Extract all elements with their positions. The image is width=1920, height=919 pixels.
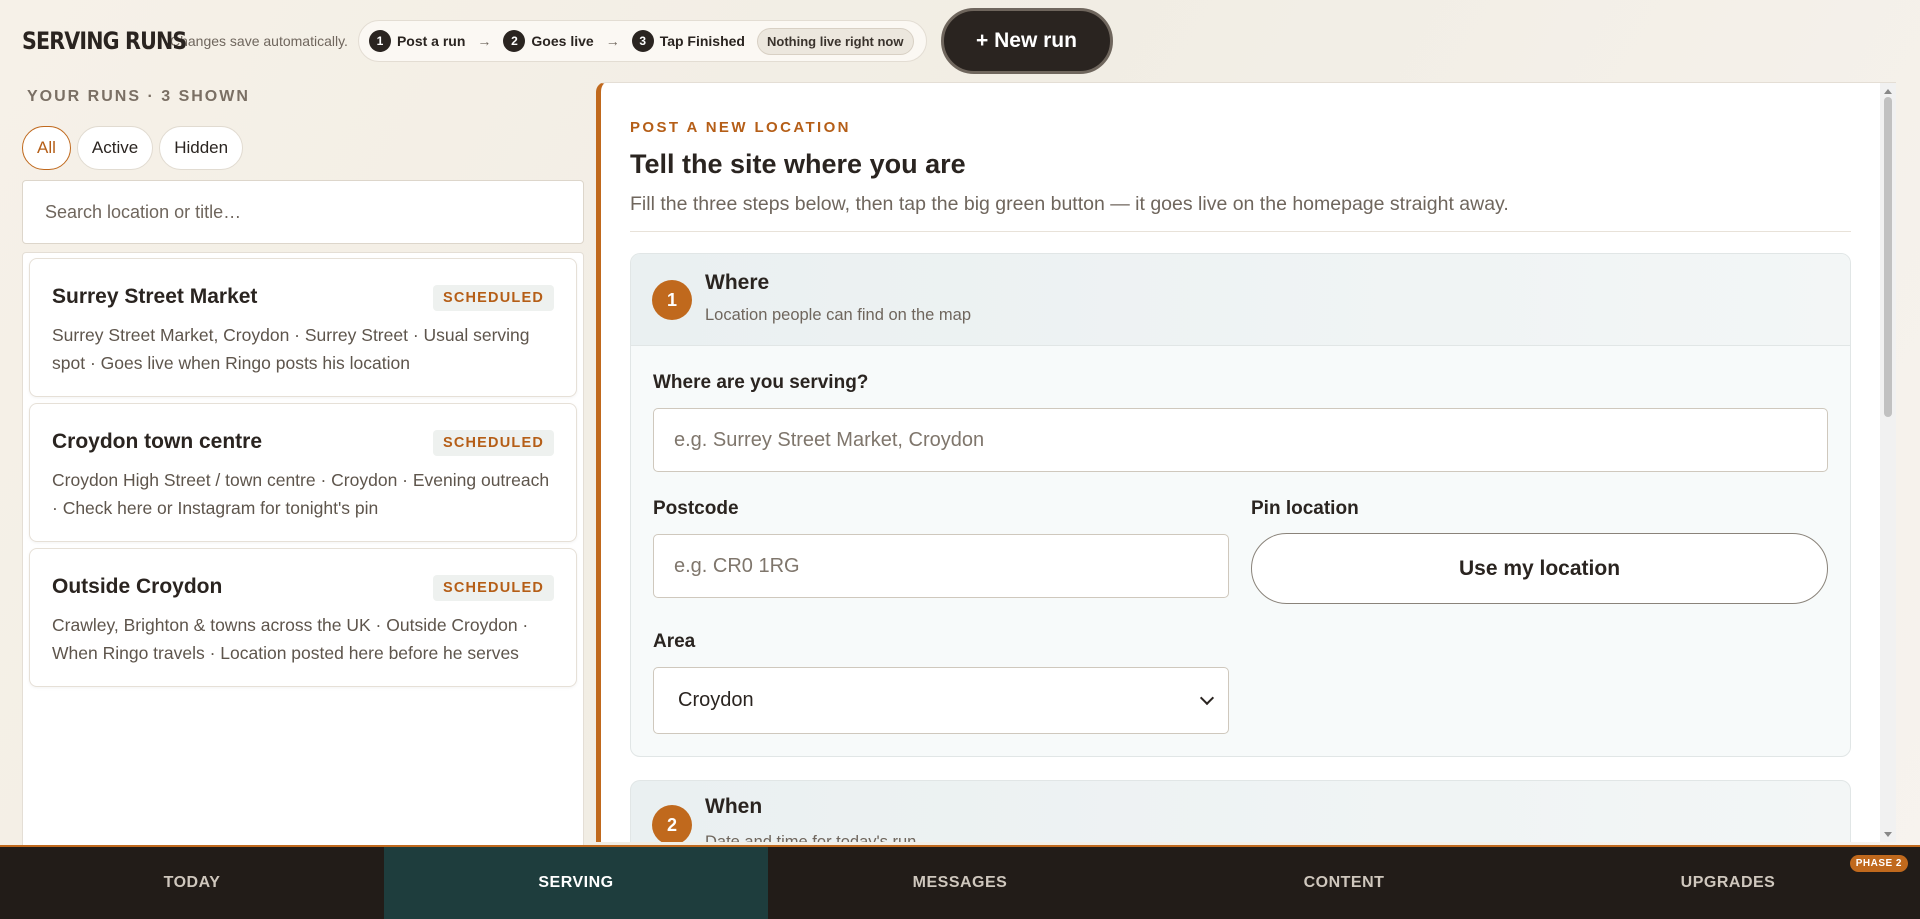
- top-bar: SERVING RUNS Changes save automatically.…: [0, 0, 1920, 82]
- step-where-header: 1 Where Location people can find on the …: [631, 254, 1850, 346]
- runs-heading: YOUR RUNS · 3 SHOWN: [27, 88, 250, 105]
- form-scrollbar[interactable]: [1880, 83, 1896, 842]
- app-brand: SERVING RUNS: [22, 27, 187, 55]
- status-badge: SCHEDULED: [432, 430, 554, 456]
- step-when-section: 2 When Date and time for today's run: [630, 780, 1851, 842]
- run-search-input[interactable]: [22, 180, 584, 244]
- step-post-a-run: 1 Post a run: [368, 30, 466, 52]
- step-label: Post a run: [396, 33, 466, 49]
- tab-messages[interactable]: MESSAGES: [768, 847, 1152, 919]
- tab-upgrades-label: UPGRADES: [1680, 874, 1776, 891]
- workflow-steps: 1 Post a run → 2 Goes live → 3 Tap Finis…: [357, 20, 927, 62]
- live-status-badge: Nothing live right now: [757, 27, 914, 55]
- scroll-down-icon[interactable]: [1884, 832, 1892, 837]
- new-run-button[interactable]: + New run: [940, 8, 1113, 74]
- pin-location-label: Pin location: [1251, 498, 1359, 519]
- step-label: Goes live: [531, 33, 594, 49]
- step-label: Tap Finished: [659, 33, 745, 49]
- where-input[interactable]: [653, 408, 1828, 472]
- tab-serving[interactable]: SERVING: [384, 847, 768, 919]
- step-tap-finished: 3 Tap Finished: [631, 30, 745, 52]
- filter-all[interactable]: All: [22, 126, 71, 170]
- step-title: Where: [705, 271, 770, 294]
- form-eyebrow: POST A NEW LOCATION: [630, 119, 851, 136]
- run-card[interactable]: Outside Croydon SCHEDULED Crawley, Brigh…: [29, 548, 577, 687]
- divider: [630, 231, 1851, 232]
- step-goes-live: 2 Goes live: [503, 30, 594, 52]
- area-select-value: Croydon: [678, 689, 754, 711]
- run-description: Croydon High Street / town centre · Croy…: [52, 470, 550, 518]
- step-number: 3: [631, 30, 654, 52]
- run-card[interactable]: Surrey Street Market SCHEDULED Surrey St…: [29, 258, 577, 397]
- status-badge: SCHEDULED: [432, 285, 554, 311]
- step-number: 1: [652, 280, 692, 320]
- bottom-nav: TODAY SERVING MESSAGES CONTENT UPGRADES …: [0, 845, 1920, 919]
- postcode-input[interactable]: [653, 534, 1229, 598]
- area-label: Area: [653, 631, 696, 652]
- form-title: Tell the site where you are: [630, 149, 966, 179]
- step-where-body: Where are you serving? Postcode Pin loca…: [631, 346, 1850, 756]
- step-subtitle: Date and time for today's run: [705, 833, 917, 842]
- filter-hidden[interactable]: Hidden: [159, 126, 244, 170]
- step-number: 2: [503, 30, 526, 52]
- run-description: Crawley, Brighton & towns across the UK …: [52, 615, 529, 663]
- run-description: Surrey Street Market, Croydon · Surrey S…: [52, 325, 530, 373]
- run-filters: All Active Hidden: [22, 126, 585, 170]
- step-number: 1: [368, 30, 391, 52]
- step-number: 2: [652, 805, 692, 842]
- form-subtitle: Fill the three steps below, then tap the…: [630, 193, 1509, 215]
- phase-badge: PHASE 2: [1849, 855, 1908, 872]
- postcode-label: Postcode: [653, 498, 739, 519]
- chevron-down-icon: [1199, 690, 1215, 706]
- filter-active[interactable]: Active: [76, 126, 154, 170]
- tab-today[interactable]: TODAY: [0, 847, 384, 919]
- arrow-right-icon: →: [605, 33, 620, 49]
- step-where-section: 1 Where Location people can find on the …: [630, 253, 1851, 757]
- status-badge: SCHEDULED: [432, 575, 554, 601]
- use-my-location-button[interactable]: Use my location: [1251, 533, 1828, 604]
- new-location-form: POST A NEW LOCATION Tell the site where …: [596, 82, 1896, 842]
- runs-panel: YOUR RUNS · 3 SHOWN All Active Hidden Su…: [22, 82, 585, 849]
- arrow-right-icon: →: [477, 33, 492, 49]
- run-card[interactable]: Croydon town centre SCHEDULED Croydon Hi…: [29, 403, 577, 542]
- where-label: Where are you serving?: [653, 372, 869, 393]
- run-list: Surrey Street Market SCHEDULED Surrey St…: [22, 252, 584, 849]
- step-title: When: [705, 795, 763, 818]
- tab-content[interactable]: CONTENT: [1152, 847, 1536, 919]
- tab-upgrades[interactable]: UPGRADES PHASE 2: [1536, 847, 1920, 919]
- autosave-note: Changes save automatically.: [170, 33, 348, 49]
- area-select[interactable]: Croydon: [653, 667, 1229, 734]
- scroll-up-icon[interactable]: [1884, 89, 1892, 94]
- step-subtitle: Location people can find on the map: [705, 306, 972, 324]
- scrollbar-thumb[interactable]: [1884, 97, 1892, 417]
